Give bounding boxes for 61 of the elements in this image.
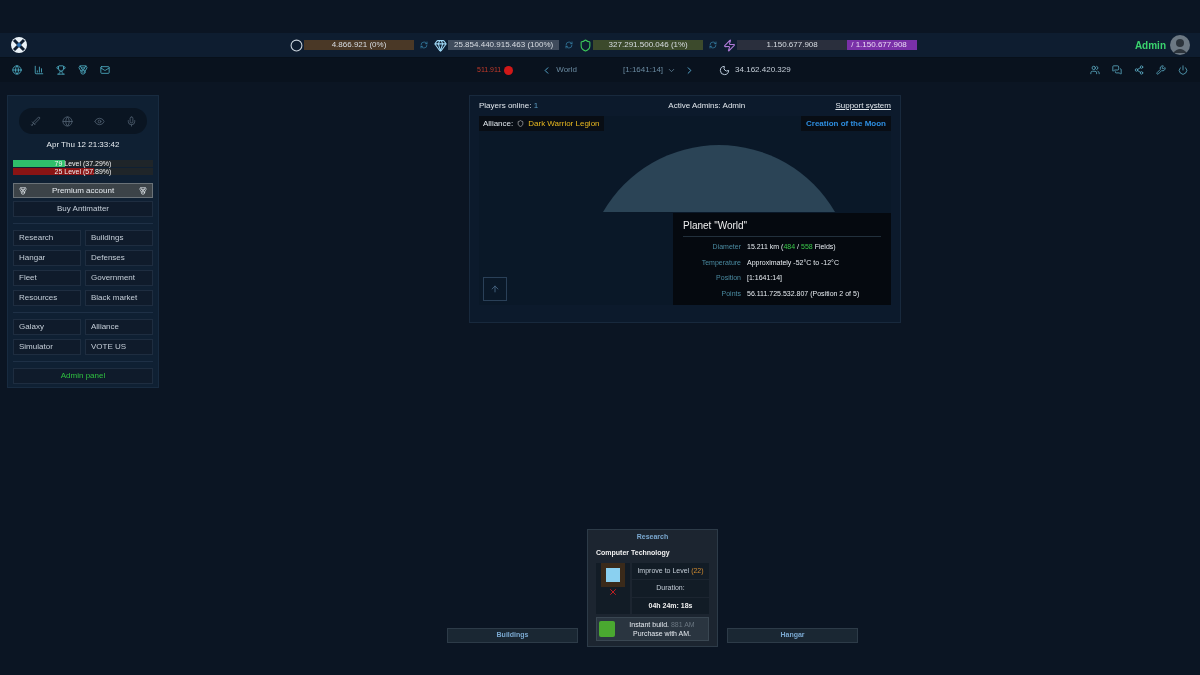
users-icon[interactable] bbox=[1090, 65, 1100, 75]
settings-icon[interactable] bbox=[1156, 65, 1166, 75]
refresh-icon[interactable] bbox=[565, 41, 574, 49]
eye-icon[interactable] bbox=[93, 115, 105, 127]
globe-icon[interactable] bbox=[61, 115, 73, 127]
resource-amount: 25.854.440.915.463 (100%) bbox=[448, 40, 560, 50]
resource-amount: 1.150.677.908 bbox=[737, 40, 848, 50]
menu-link[interactable]: Buildings bbox=[85, 230, 153, 246]
menu-link[interactable]: Resources bbox=[13, 290, 81, 306]
alliance-icon bbox=[517, 120, 525, 127]
cancel-icon[interactable] bbox=[608, 586, 618, 597]
logo-icon bbox=[10, 36, 28, 54]
dark-matter-amount: 34.162.420.329 bbox=[735, 64, 791, 76]
badge-icon bbox=[19, 186, 27, 195]
support-system-link[interactable]: Support system bbox=[835, 100, 891, 112]
planet-title: Planet "World" bbox=[683, 218, 881, 237]
username[interactable]: Admin bbox=[1134, 37, 1166, 53]
stats-icon[interactable] bbox=[34, 65, 44, 75]
avatar-icon[interactable] bbox=[1170, 35, 1190, 55]
alliance-name[interactable]: Dark Warrior Legion bbox=[528, 117, 600, 130]
resource-capacity: / 1.150.677.908 bbox=[847, 40, 918, 50]
menu-link[interactable]: Defenses bbox=[85, 250, 153, 266]
refresh-icon[interactable] bbox=[709, 41, 718, 49]
share-icon[interactable] bbox=[1134, 65, 1144, 75]
menu-link[interactable]: Hangar bbox=[13, 250, 81, 266]
admin-panel-link[interactable]: Admin panel bbox=[13, 368, 153, 384]
refresh-icon[interactable] bbox=[420, 41, 428, 49]
menu-link[interactable]: Research bbox=[13, 230, 81, 246]
moon-icon bbox=[719, 64, 731, 76]
badge-icon bbox=[139, 186, 147, 195]
crystal-icon bbox=[434, 38, 447, 52]
menu-link[interactable]: Simulator bbox=[13, 339, 81, 355]
logout-icon[interactable] bbox=[1178, 65, 1188, 75]
menu-link[interactable]: VOTE US bbox=[85, 339, 153, 355]
menu-link[interactable]: Black market bbox=[85, 290, 153, 306]
create-moon-link[interactable]: Creation of the Moon bbox=[801, 116, 891, 131]
antimatter-icon bbox=[504, 65, 514, 75]
menu-link[interactable]: Fleet bbox=[13, 270, 81, 286]
active-admins: Active Admins: Admin bbox=[668, 100, 746, 112]
trophy-icon[interactable] bbox=[56, 65, 66, 75]
menu-link[interactable]: Galaxy bbox=[13, 319, 81, 335]
buy-antimatter-button[interactable]: Buy Antimatter bbox=[13, 201, 153, 217]
medal-icon[interactable] bbox=[78, 65, 88, 75]
arrow-up-icon bbox=[490, 284, 500, 294]
microphone-icon[interactable] bbox=[125, 115, 137, 127]
menu-link[interactable]: Alliance bbox=[85, 319, 153, 335]
menu-link[interactable]: Government bbox=[85, 270, 153, 286]
premium-account-button[interactable]: Premium account bbox=[13, 183, 153, 198]
resource-amount: 4.866.921 (0%) bbox=[304, 40, 414, 50]
server-time: Apr Thu 12 21:33:42 bbox=[45, 139, 121, 151]
globe-icon[interactable] bbox=[12, 65, 22, 75]
players-online: Players online: 1 bbox=[479, 100, 539, 112]
resource-amount: 327.291.500.046 (1%) bbox=[593, 40, 704, 50]
planet-name[interactable]: World bbox=[556, 64, 577, 76]
mail-icon[interactable] bbox=[100, 65, 110, 75]
chat-icon[interactable] bbox=[1112, 65, 1122, 75]
planet-coordinates[interactable]: [1:1641:14] bbox=[623, 64, 664, 76]
instant-build-icon bbox=[599, 621, 615, 637]
alliance-label: Alliance: bbox=[483, 117, 514, 130]
computer-chip-icon bbox=[601, 562, 625, 587]
sword-icon[interactable] bbox=[29, 115, 41, 127]
